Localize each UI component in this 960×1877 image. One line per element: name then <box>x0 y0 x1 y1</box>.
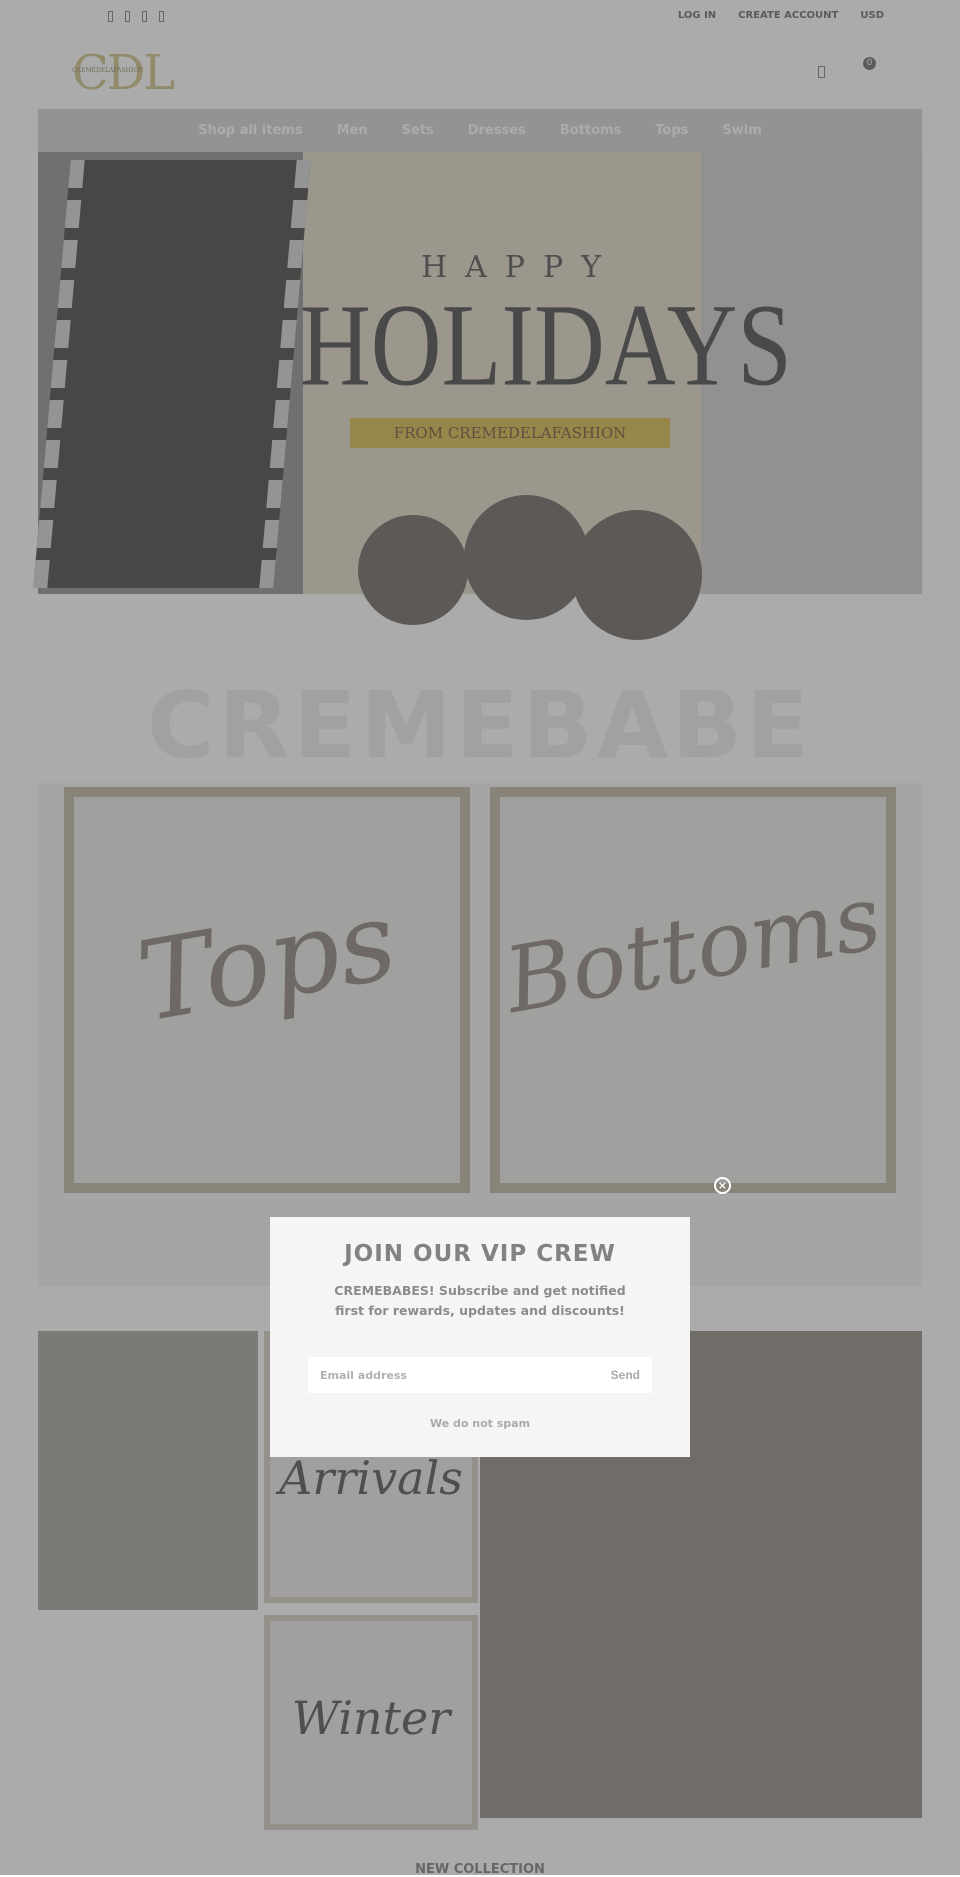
modal-overlay[interactable] <box>0 0 960 1875</box>
popup-note: We do not spam <box>429 1417 531 1430</box>
newsletter-popup: JOIN OUR VIP CREW CREMEBABES! Subscribe … <box>270 1217 690 1457</box>
popup-text: CREMEBABES! Subscribe and get notified f… <box>334 1283 626 1318</box>
popup-title: JOIN OUR VIP CREW <box>344 1241 616 1267</box>
email-field[interactable] <box>320 1368 580 1382</box>
newsletter-form: Send <box>308 1357 652 1393</box>
close-icon[interactable]: × <box>714 1177 731 1194</box>
send-button[interactable]: Send <box>611 1368 640 1382</box>
